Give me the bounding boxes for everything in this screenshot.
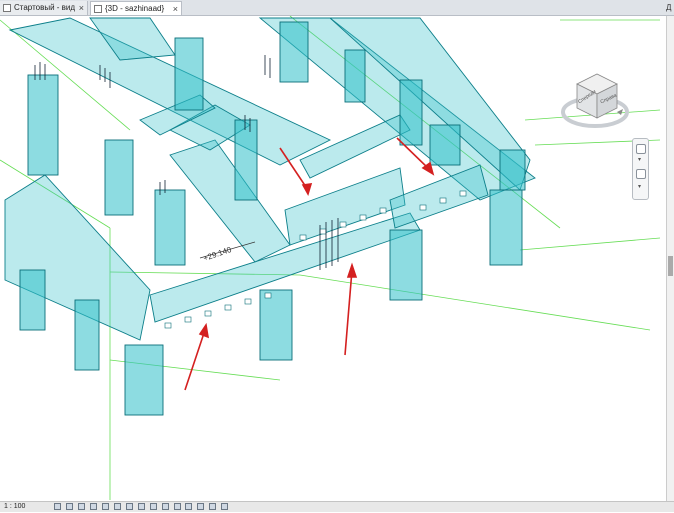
view-scale[interactable]: 1 : 100: [4, 502, 25, 512]
navigation-bar: ▾ ▾: [632, 138, 649, 200]
detail-level-icon[interactable]: [54, 503, 61, 510]
show-crop-icon[interactable]: [125, 503, 133, 510]
tab-overflow[interactable]: Д: [666, 0, 674, 15]
tab-label: Стартовый - вид: [14, 3, 76, 12]
constraints-icon[interactable]: [197, 503, 205, 510]
visual-style-icon[interactable]: [65, 503, 73, 510]
view-3d-icon: [94, 5, 102, 13]
view-control-icons: [54, 503, 231, 511]
vertical-scrollbar[interactable]: [666, 16, 674, 502]
render-icon[interactable]: [101, 503, 109, 510]
zoom-icon[interactable]: [636, 169, 646, 179]
sun-path-icon[interactable]: [77, 503, 85, 510]
temporary-hide-icon[interactable]: [149, 503, 157, 510]
tab-start-view[interactable]: Стартовый - вид ×: [0, 1, 88, 15]
reveal-hidden-icon[interactable]: [161, 503, 169, 510]
tab-3d-view[interactable]: {3D - sazhinaad} ×: [90, 1, 182, 15]
lock-3d-icon[interactable]: [137, 503, 145, 510]
tab-label: {3D - sazhinaad}: [105, 4, 165, 13]
analytical-model-icon[interactable]: [173, 503, 181, 510]
close-icon[interactable]: ×: [173, 2, 178, 16]
3d-viewport[interactable]: +29.140 Спереди Справа ▾ ▾: [0, 16, 666, 502]
worksharing-icon[interactable]: [209, 503, 217, 510]
shadows-icon[interactable]: [89, 503, 97, 510]
scroll-thumb[interactable]: [668, 256, 673, 276]
view-tab-bar: Стартовый - вид × {3D - sazhinaad} × Д: [0, 0, 674, 16]
viewcube[interactable]: Спереди Справа: [555, 54, 641, 140]
view-control-bar: 1 : 100: [0, 501, 674, 512]
view-icon: [3, 4, 11, 12]
preview-icon[interactable]: [221, 503, 229, 510]
chevron-down-icon[interactable]: ▾: [638, 183, 641, 190]
crop-view-icon[interactable]: [113, 503, 121, 510]
chevron-down-icon[interactable]: ▾: [638, 156, 641, 163]
close-icon[interactable]: ×: [79, 1, 84, 15]
highlight-displacement-icon[interactable]: [185, 503, 193, 510]
steering-wheel-icon[interactable]: [636, 144, 646, 154]
